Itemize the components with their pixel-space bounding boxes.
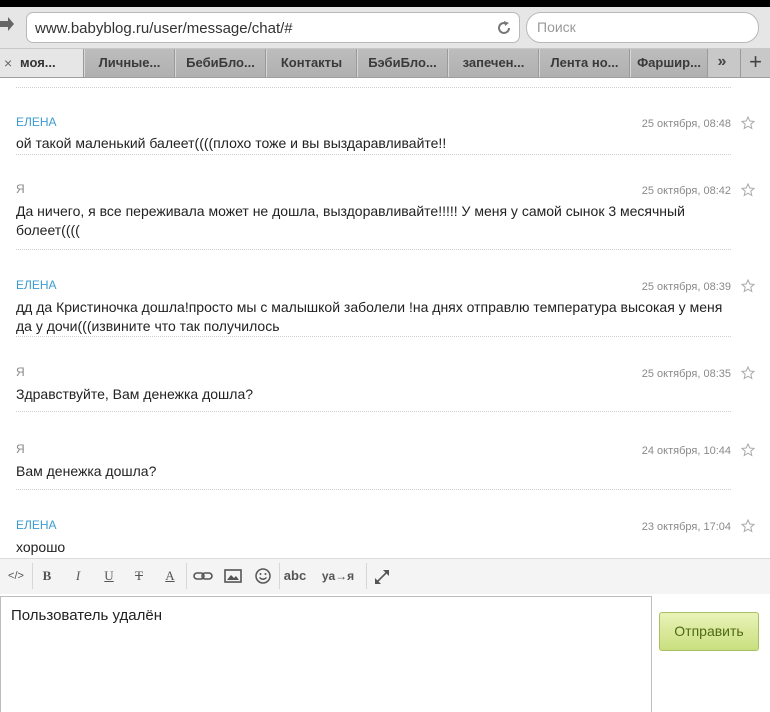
tab-label: моя...	[20, 55, 56, 70]
link-icon[interactable]	[193, 565, 213, 587]
bold-button[interactable]: B	[38, 565, 56, 587]
divider	[279, 563, 280, 589]
address-bar: www.babyblog.ru/user/message/chat/#	[0, 7, 770, 48]
message-author: Я	[16, 442, 25, 456]
status-bar	[0, 0, 770, 7]
message: ЕЛЕНА 23 октября, 17:04 хорошо	[16, 518, 731, 558]
smiley-icon[interactable]	[254, 565, 272, 587]
translit-button[interactable]: ya→я	[318, 565, 358, 587]
tab-bar: × моя... Личные... БебиБло... Контакты Б…	[0, 48, 770, 78]
image-icon[interactable]	[224, 565, 242, 587]
search-input[interactable]	[537, 19, 747, 35]
message-author: ЕЛЕНА	[16, 115, 57, 129]
search-field[interactable]	[526, 12, 759, 43]
tab-label: запечен...	[462, 55, 525, 70]
message-date: 23 октября, 17:04	[641, 521, 731, 533]
message-text: дд да Кристиночка дошла!просто мы с малы…	[16, 299, 723, 334]
message-text: Вам денежка дошла?	[16, 463, 157, 479]
message-text: ой такой маленький балеет((((плохо тоже …	[16, 135, 447, 151]
tab-kontakty[interactable]: Контакты	[266, 49, 357, 77]
tab-overflow-button[interactable]: »	[706, 49, 738, 77]
divider	[16, 87, 731, 88]
message: ЕЛЕНА 25 октября, 08:48 ой такой маленьк…	[16, 115, 731, 155]
italic-button[interactable]: I	[69, 565, 87, 587]
tab-zapechen[interactable]: запечен...	[448, 49, 539, 77]
tab-label: БэбиБло...	[368, 55, 437, 70]
editor-toolbar: </> B I U T A abc ya→я	[0, 558, 770, 594]
tab-farshir[interactable]: Фаршир...	[630, 49, 708, 77]
message-input[interactable]: Пользователь удалён	[11, 607, 641, 707]
new-tab-button[interactable]: +	[740, 49, 770, 77]
send-button[interactable]: Отправить	[659, 612, 759, 651]
message-text: Да ничего, я все переживала может не дош…	[16, 203, 685, 238]
message: Я 25 октября, 08:42 Да ничего, я все пер…	[16, 182, 731, 250]
message: Я 24 октября, 10:44 Вам денежка дошла?	[16, 442, 731, 490]
star-icon[interactable]	[741, 366, 755, 380]
tab-bebiblog-1[interactable]: БебиБло...	[175, 49, 266, 77]
tab-label: БебиБло...	[186, 55, 255, 70]
message-date: 25 октября, 08:35	[641, 368, 731, 380]
star-icon[interactable]	[741, 519, 755, 533]
url-text: www.babyblog.ru/user/message/chat/#	[35, 20, 293, 37]
close-tab-icon[interactable]: ×	[4, 49, 12, 77]
tab-label: Лента но...	[550, 55, 619, 70]
message: Я 25 октября, 08:35 Здравствуйте, Вам де…	[16, 365, 731, 412]
star-icon[interactable]	[741, 443, 755, 457]
star-icon[interactable]	[741, 279, 755, 293]
message: ЕЛЕНА 25 октября, 08:39 дд да Кристиночк…	[16, 278, 731, 337]
tab-moya[interactable]: × моя...	[0, 49, 84, 77]
reload-icon[interactable]	[495, 19, 513, 37]
share-icon[interactable]	[0, 16, 14, 36]
divider	[366, 563, 367, 589]
message-author: ЕЛЕНА	[16, 518, 57, 532]
fullscreen-icon[interactable]	[374, 565, 390, 587]
divider	[186, 563, 187, 589]
message-text: хорошо	[16, 539, 66, 555]
message-author: Я	[16, 365, 25, 379]
spellcheck-button[interactable]: abc	[283, 565, 307, 587]
message-date: 25 октября, 08:48	[641, 118, 731, 130]
divider	[32, 563, 33, 589]
tab-bebiblog-2[interactable]: БэбиБло...	[357, 49, 448, 77]
tab-lenta[interactable]: Лента но...	[539, 49, 630, 77]
message-date: 25 октября, 08:39	[641, 281, 731, 293]
underline-button[interactable]: U	[100, 565, 118, 587]
code-button[interactable]: </>	[5, 565, 27, 587]
tab-label: Личные...	[98, 55, 161, 70]
tab-label: Контакты	[280, 55, 343, 70]
star-icon[interactable]	[741, 116, 755, 130]
message-text: Здравствуйте, Вам денежка дошла?	[16, 386, 254, 402]
message-date: 24 октября, 10:44	[641, 445, 731, 457]
tab-label: Фаршир...	[637, 55, 701, 70]
chat-messages: ЕЛЕНА 25 октября, 08:48 ой такой маленьк…	[0, 79, 770, 558]
text-color-button[interactable]: A	[161, 565, 179, 587]
url-field[interactable]: www.babyblog.ru/user/message/chat/#	[26, 12, 520, 43]
strikethrough-button[interactable]: T	[130, 565, 148, 587]
message-date: 25 октября, 08:42	[641, 185, 731, 197]
message-compose: Пользователь удалён	[0, 596, 652, 712]
tab-lichnye[interactable]: Личные...	[84, 49, 175, 77]
message-author: ЕЛЕНА	[16, 278, 57, 292]
message-author: Я	[16, 182, 25, 196]
star-icon[interactable]	[741, 183, 755, 197]
